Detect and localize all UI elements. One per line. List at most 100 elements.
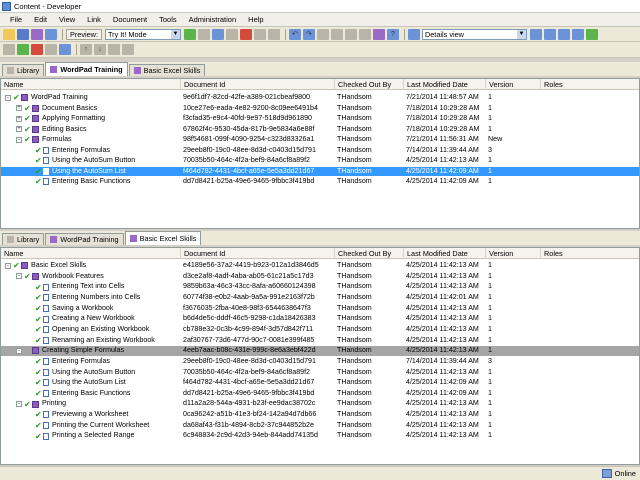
table-row[interactable]: ✔ Saving a Workbook f3676035-2fba-40e8-98f… (1, 304, 639, 314)
layout-single-icon[interactable] (571, 28, 584, 40)
table-row[interactable]: ✔ Opening an Existing Workbook cb788e32-0c… (1, 325, 639, 335)
name-cell[interactable]: - Creating Simple Formulas (16, 346, 181, 356)
name-cell[interactable]: - ✔ WordPad Training (5, 93, 181, 103)
properties-icon[interactable] (45, 28, 57, 40)
name-cell[interactable]: ✔ Entering Formulas (27, 357, 181, 367)
check-in-icon[interactable] (17, 44, 29, 55)
menu-edit[interactable]: Edit (28, 15, 53, 24)
table-row[interactable]: ✔ Renaming an Existing Workbook 2af30767-7… (1, 336, 639, 346)
layout-split-vertical-icon[interactable] (557, 28, 570, 40)
table-row[interactable]: - ✔ Formulas 98f54681-099f-4090-9254-c323d8… (1, 135, 639, 145)
table-row[interactable]: + ✔ Editing Basics 67862f4c-9530-45da-817b-… (1, 125, 639, 135)
table-row[interactable]: ✔ Entering Text into Cells 9859b63a-46c3-4… (1, 282, 639, 292)
mode-select[interactable]: Try It! Mode ▼ (104, 28, 181, 40)
column-document-id[interactable]: Document Id (181, 248, 335, 259)
name-cell[interactable]: ✔ Renaming an Existing Workbook (27, 336, 181, 346)
column-version[interactable]: Version (486, 248, 541, 259)
collapse-icon[interactable]: - (16, 273, 22, 280)
expand-icon[interactable]: + (16, 115, 22, 122)
name-cell[interactable]: ✔ Opening an Existing Workbook (27, 325, 181, 335)
refresh-icon[interactable] (585, 28, 598, 40)
tab-basic-excel-skills[interactable]: Basic Excel Skills (124, 231, 202, 245)
name-cell[interactable]: ✔ Saving a Workbook (27, 304, 181, 314)
tab-library[interactable]: Library (2, 64, 45, 76)
collapse-icon[interactable]: - (16, 136, 22, 143)
compare-icon[interactable] (59, 44, 71, 55)
name-cell[interactable]: - ✔ Formulas (16, 135, 181, 145)
table-row[interactable]: ✔ Printing a Selected Range 6c948834-2c9d-… (1, 431, 639, 441)
table-row[interactable]: ✔ Previewing a Worksheet 0ca96242-a51b-41e… (1, 410, 639, 420)
chevron-down-icon[interactable]: ▼ (516, 29, 526, 39)
name-cell[interactable]: ✔ Entering Basic Functions (27, 177, 181, 187)
expand-icon[interactable]: + (16, 105, 22, 112)
chevron-down-icon[interactable]: ▼ (170, 29, 180, 39)
help-icon[interactable]: ? (386, 28, 399, 40)
table-row[interactable]: ✔ Printing the Current Worksheet da68af43-… (1, 421, 639, 431)
tab-wordpad-training[interactable]: WordPad Training (45, 62, 128, 76)
table-row[interactable]: + ✔ Applying Formatting f3cfad35-e9c4-40fd-… (1, 114, 639, 124)
name-cell[interactable]: ✔ Using the AutoSum Button (27, 368, 181, 378)
delete-icon[interactable] (239, 28, 252, 40)
tab-basic-excel-skills[interactable]: Basic Excel Skills (128, 64, 206, 76)
menu-document[interactable]: Document (107, 15, 153, 24)
redo-icon[interactable]: ↷ (302, 28, 315, 40)
column-roles[interactable]: Roles (541, 79, 639, 90)
paste-icon[interactable] (211, 28, 224, 40)
table-row[interactable]: ✔ Using the AutoSum Button 70035b50-464c-4… (1, 368, 639, 378)
table-row[interactable]: ✔ Using the AutoSum List f464d782-4431-4bc… (1, 166, 639, 177)
collapse-icon[interactable]: - (16, 347, 22, 354)
view-icon[interactable] (407, 28, 420, 40)
collapse-icon[interactable]: - (5, 94, 11, 101)
name-cell[interactable]: ✔ Entering Numbers into Cells (27, 293, 181, 303)
menu-tools[interactable]: Tools (153, 15, 183, 24)
preview-label[interactable]: Preview: (66, 28, 102, 40)
column-checked-out-by[interactable]: Checked Out By (335, 79, 404, 90)
collapse-icon[interactable]: - (5, 262, 11, 269)
table-row[interactable]: ✔ Entering Formulas 29eeb8f0-19c0-48ee-8d3… (1, 357, 639, 367)
name-cell[interactable]: ✔ Printing the Current Worksheet (27, 421, 181, 431)
column-last-modified[interactable]: Last Modified Date (404, 248, 486, 259)
table-row[interactable]: ✔ Entering Numbers into Cells 60774f38-e0b… (1, 293, 639, 303)
column-roles[interactable]: Roles (541, 248, 639, 259)
check-out-icon[interactable] (31, 44, 43, 55)
column-last-modified[interactable]: Last Modified Date (404, 79, 486, 90)
print-icon[interactable] (253, 28, 266, 40)
publish-icon[interactable] (372, 28, 385, 40)
name-cell[interactable]: - ✔ Basic Excel Skills (5, 261, 181, 271)
tab-wordpad-training[interactable]: WordPad Training (45, 233, 124, 245)
copy-icon[interactable] (197, 28, 210, 40)
play-icon[interactable] (183, 28, 196, 40)
book-icon[interactable] (31, 28, 43, 40)
table-row[interactable]: ✔ Using the AutoSum List f464d782-4431-4bc… (1, 378, 639, 388)
name-cell[interactable]: ✔ Entering Formulas (27, 146, 181, 156)
table-row[interactable]: + ✔ Document Basics 10ce27e6-eada-4e82-9200… (1, 104, 639, 114)
name-cell[interactable]: - ✔ Workbook Features (16, 272, 181, 282)
table-row[interactable]: - ✔ Workbook Features d3ce2af8-4adf-4aba-ab… (1, 272, 639, 282)
undo-icon[interactable]: ↶ (288, 28, 301, 40)
menu-link[interactable]: Link (81, 15, 107, 24)
table-row[interactable]: - ✔ Printing d11a2a28-544a-4931-b23f-ee9dac… (1, 399, 639, 409)
name-cell[interactable]: + ✔ Applying Formatting (16, 114, 181, 124)
name-cell[interactable]: ✔ Previewing a Worksheet (27, 410, 181, 420)
tab-library[interactable]: Library (2, 233, 45, 245)
move-up-icon[interactable]: ↑ (80, 44, 92, 55)
table-row[interactable]: ✔ Entering Basic Functions dd7d8421-b25a-4… (1, 177, 639, 187)
settings-icon[interactable] (358, 28, 371, 40)
name-cell[interactable]: ✔ Using the AutoSum Button (27, 156, 181, 166)
view-select[interactable]: Details view ▼ (421, 28, 527, 40)
column-name[interactable]: Name (1, 248, 181, 259)
expand-icon[interactable]: + (16, 126, 22, 133)
menu-file[interactable]: File (4, 15, 28, 24)
link-icon[interactable] (330, 28, 343, 40)
table-row[interactable]: - ✔ WordPad Training 9e6f1df7-82cd-42fe-a38… (1, 93, 639, 103)
layout-list-icon[interactable] (529, 28, 542, 40)
column-version[interactable]: Version (486, 79, 541, 90)
name-cell[interactable]: ✔ Using the AutoSum List (27, 167, 181, 177)
name-cell[interactable]: + ✔ Editing Basics (16, 125, 181, 135)
menu-administration[interactable]: Administration (183, 15, 243, 24)
outline-icon[interactable] (3, 44, 15, 55)
column-document-id[interactable]: Document Id (181, 79, 335, 90)
menu-view[interactable]: View (53, 15, 81, 24)
column-checked-out-by[interactable]: Checked Out By (335, 248, 404, 259)
history-icon[interactable] (45, 44, 57, 55)
